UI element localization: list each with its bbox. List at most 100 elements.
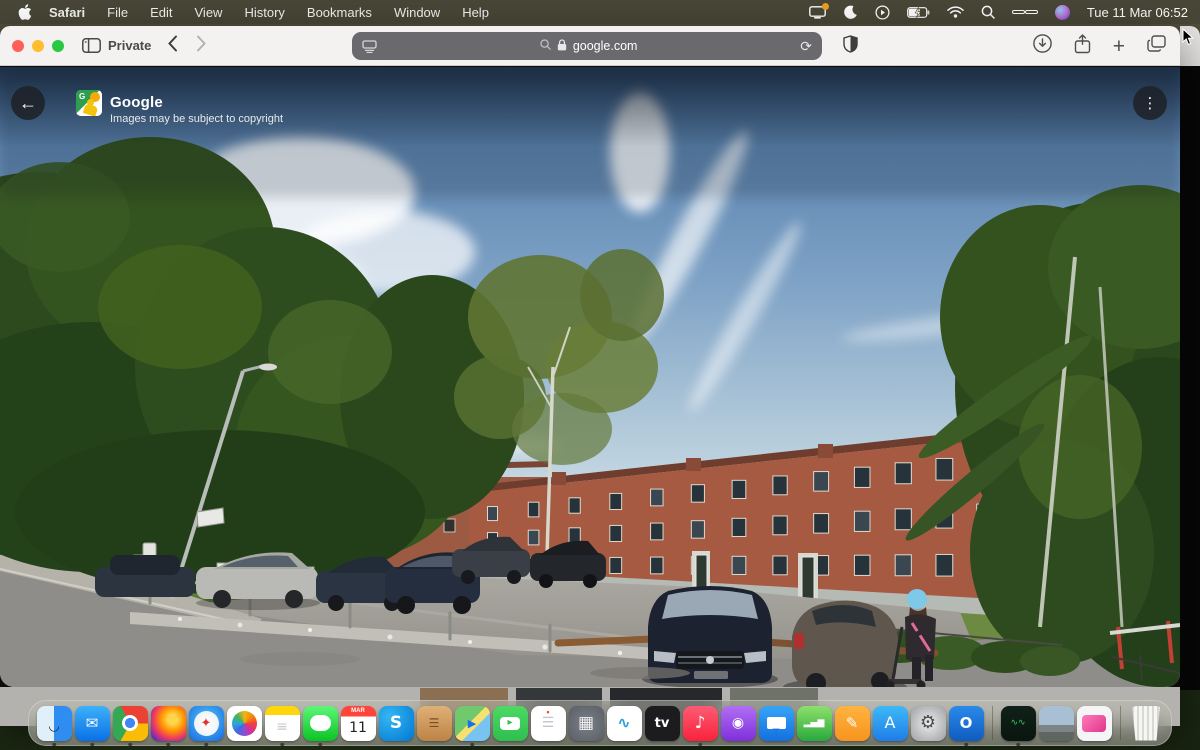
share-button[interactable]: [1074, 34, 1091, 59]
dock-item-numbers[interactable]: ▂▄▆: [795, 701, 833, 745]
reload-button[interactable]: ⟳: [800, 38, 812, 55]
siri-icon[interactable]: [1055, 5, 1070, 20]
menu-help[interactable]: Help: [451, 0, 500, 24]
running-indicator: [318, 743, 322, 747]
lock-icon: [557, 39, 567, 54]
maps-icon: ▶: [455, 706, 490, 741]
dock-item-finder[interactable]: ◡: [35, 701, 73, 745]
dock-item-window-photo[interactable]: [1037, 701, 1075, 745]
dock-item-mail[interactable]: ✉: [73, 701, 111, 745]
dock-item-contacts[interactable]: ☰: [415, 701, 453, 745]
provider-title: Google: [110, 94, 163, 111]
now-playing-icon[interactable]: [875, 5, 890, 20]
running-indicator: [280, 743, 284, 747]
running-indicator: [166, 743, 170, 747]
running-indicator: [1016, 743, 1020, 747]
dock-item-maps[interactable]: ▶: [453, 701, 491, 745]
menu-history[interactable]: History: [233, 0, 295, 24]
messages-icon: [303, 706, 338, 741]
dock-item-pages[interactable]: ✎: [833, 701, 871, 745]
window-terminal-icon: ∿∿: [1001, 706, 1036, 741]
dock-item-facetime[interactable]: ▸: [491, 701, 529, 745]
dock-item-music[interactable]: ♪: [681, 701, 719, 745]
street-view-scene: [0, 67, 1180, 687]
dock-item-calendar[interactable]: 11MAR: [339, 701, 377, 745]
menu-edit[interactable]: Edit: [139, 0, 183, 24]
close-window-button[interactable]: [12, 40, 24, 52]
menu-bar-status: Tue 11 Mar 06:52: [809, 5, 1200, 20]
search-icon: [540, 39, 551, 53]
menu-bar-left: SafariFileEditViewHistoryBookmarksWindow…: [0, 0, 500, 24]
street-view-photo[interactable]: ← G Google Images may be subject to copy…: [0, 67, 1180, 687]
dock-item-notes[interactable]: ≡: [263, 701, 301, 745]
dock-item-safari[interactable]: ✦: [187, 701, 225, 745]
outlook-icon: O: [949, 706, 984, 741]
dock-item-freeform[interactable]: ∿: [605, 701, 643, 745]
downloads-button[interactable]: [1033, 34, 1052, 58]
apple-logo-icon: [18, 4, 32, 20]
running-indicator: [52, 743, 56, 747]
reminders-icon: ☰•: [531, 706, 566, 741]
running-indicator: [470, 743, 474, 747]
dock-item-reminders[interactable]: ☰•: [529, 701, 567, 745]
menu-window[interactable]: Window: [383, 0, 451, 24]
dock-item-appstore[interactable]: A: [871, 701, 909, 745]
finder-icon: ◡: [37, 706, 72, 741]
forward-button[interactable]: [196, 35, 207, 57]
tail-light: [794, 633, 804, 649]
dock-item-appletv[interactable]: tv: [643, 701, 681, 745]
numbers-icon: ▂▄▆: [797, 706, 832, 741]
alert-dot: [822, 3, 829, 10]
dock-item-firefox[interactable]: [149, 701, 187, 745]
dock-item-messages[interactable]: [301, 701, 339, 745]
window-photo-icon: [1039, 706, 1074, 741]
dock-item-trash[interactable]: [1127, 701, 1165, 745]
street-view-header: [0, 67, 1180, 147]
battery-charging-icon[interactable]: [907, 7, 930, 18]
dock-item-window-pink-display[interactable]: [1075, 701, 1113, 745]
address-bar[interactable]: google.com ⟳: [352, 32, 822, 60]
page-appearance-icon[interactable]: [362, 40, 377, 53]
dock-divider: [985, 701, 999, 745]
spotlight-search-icon[interactable]: [981, 5, 995, 19]
menu-file[interactable]: File: [96, 0, 139, 24]
dock-divider: [1113, 701, 1127, 745]
dock-item-skype[interactable]: S: [377, 701, 415, 745]
menu-bar-clock[interactable]: Tue 11 Mar 06:52: [1087, 5, 1188, 20]
dock-item-keynote[interactable]: ┬: [757, 701, 795, 745]
menu-bookmarks[interactable]: Bookmarks: [296, 0, 383, 24]
copyright-notice: Images may be subject to copyright: [110, 113, 283, 125]
minimize-window-button[interactable]: [32, 40, 44, 52]
dock-item-window-terminal[interactable]: ∿∿: [999, 701, 1037, 745]
street-view-back-button[interactable]: ←: [11, 86, 45, 120]
podcasts-icon: ◉: [721, 706, 756, 741]
apple-menu[interactable]: [12, 4, 38, 20]
dock-item-launchpad[interactable]: ▦: [567, 701, 605, 745]
dock-item-outlook[interactable]: O: [947, 701, 985, 745]
dock-item-photos[interactable]: [225, 701, 263, 745]
notes-icon: ≡: [265, 706, 300, 741]
dock-item-podcasts[interactable]: ◉: [719, 701, 757, 745]
tab-overview-button[interactable]: [1147, 35, 1166, 57]
privacy-shield-icon[interactable]: [843, 35, 858, 58]
zoom-window-button[interactable]: [52, 40, 64, 52]
menu-safari[interactable]: Safari: [38, 0, 96, 24]
new-tab-button[interactable]: +: [1113, 36, 1125, 57]
appstore-icon: A: [873, 706, 908, 741]
sidebar-toggle-button[interactable]: [82, 38, 101, 53]
settings-icon: ⚙: [911, 706, 946, 741]
skype-icon: S: [379, 706, 414, 741]
running-indicator: [698, 743, 702, 747]
freeform-icon: ∿: [607, 706, 642, 741]
dock-item-settings[interactable]: ⚙: [909, 701, 947, 745]
wifi-icon[interactable]: [947, 6, 964, 18]
dock-item-chrome[interactable]: [111, 701, 149, 745]
back-button[interactable]: [167, 35, 178, 57]
url-text[interactable]: google.com: [573, 39, 638, 53]
focus-moon-icon[interactable]: [843, 5, 858, 20]
music-icon: ♪: [683, 706, 718, 741]
screen-mirroring-alert-icon[interactable]: [809, 6, 826, 19]
more-options-button[interactable]: ⋮: [1133, 86, 1167, 120]
menu-view[interactable]: View: [184, 0, 234, 24]
control-center-icon[interactable]: [1012, 9, 1038, 15]
